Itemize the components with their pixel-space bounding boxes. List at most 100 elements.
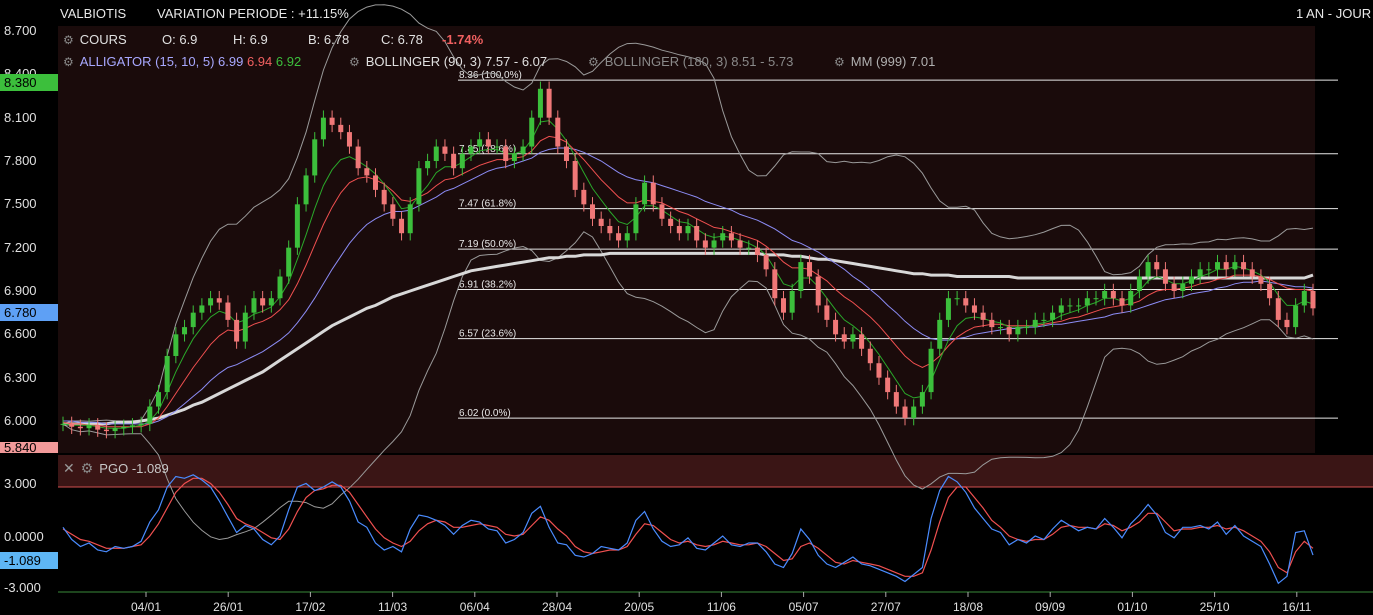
price-badge-last: 6.780 bbox=[0, 304, 58, 321]
y-tick-label: 8.700 bbox=[4, 23, 37, 38]
close-icon[interactable]: ✕ bbox=[63, 460, 75, 477]
candle-body bbox=[1188, 276, 1194, 284]
candle-body bbox=[77, 426, 83, 429]
candle-body bbox=[754, 247, 760, 255]
gear-icon[interactable]: ⚙ bbox=[81, 460, 94, 477]
legend-bollinger-90: ⚙ BOLLINGER (90, 3) 7.57 - 6.07 bbox=[349, 54, 548, 69]
candle-body bbox=[919, 392, 925, 407]
candle-body bbox=[381, 189, 387, 205]
candle-body bbox=[668, 218, 674, 226]
candle-body bbox=[893, 392, 899, 407]
candle-body bbox=[477, 139, 483, 147]
candle-body bbox=[1206, 269, 1212, 271]
x-tick-label: 16/11 bbox=[1282, 600, 1311, 614]
candle-body bbox=[433, 146, 439, 161]
gear-icon[interactable]: ⚙ bbox=[349, 55, 360, 69]
candle-body bbox=[590, 204, 596, 219]
candle-body bbox=[702, 240, 708, 248]
candle-body bbox=[225, 302, 231, 320]
x-tick-label: 28/04 bbox=[542, 600, 572, 614]
fib-label: 6.91 (38.2%) bbox=[459, 280, 516, 291]
candle-body bbox=[998, 327, 1003, 329]
candle-body bbox=[1024, 327, 1030, 329]
candle-body bbox=[911, 406, 917, 419]
x-tick-label: 25/10 bbox=[1200, 600, 1230, 614]
fib-label: 6.57 (23.6%) bbox=[459, 329, 516, 340]
candle-body bbox=[234, 319, 240, 342]
candle-body bbox=[1058, 305, 1064, 313]
candle-body bbox=[1162, 269, 1168, 284]
candle-body bbox=[1197, 269, 1203, 277]
x-tick-label: 20/05 bbox=[624, 600, 654, 614]
candle-body bbox=[945, 298, 951, 320]
candle-body bbox=[572, 160, 578, 190]
candle-body bbox=[1084, 298, 1090, 306]
candle-body bbox=[1136, 276, 1142, 291]
candle-body bbox=[208, 298, 214, 306]
y-tick-label: 6.600 bbox=[4, 326, 37, 342]
candle-body bbox=[1223, 262, 1229, 270]
candle-body bbox=[1215, 262, 1221, 270]
candle-body bbox=[971, 305, 977, 313]
candle-body bbox=[1102, 290, 1108, 299]
candle-body bbox=[286, 247, 292, 277]
candle-body bbox=[294, 204, 300, 248]
candle-body bbox=[616, 233, 622, 241]
candle-body bbox=[633, 204, 639, 234]
candle-body bbox=[859, 334, 865, 349]
legend-open: O: 6.9 bbox=[162, 32, 198, 47]
candle-body bbox=[173, 334, 179, 356]
candle-body bbox=[711, 240, 717, 248]
legend-change: -1.74% bbox=[442, 32, 484, 47]
x-tick-label: 18/08 bbox=[953, 600, 983, 614]
candle-body bbox=[95, 425, 101, 430]
candle-body bbox=[1119, 298, 1125, 306]
candle-body bbox=[442, 146, 448, 154]
gear-icon[interactable]: ⚙ bbox=[63, 55, 74, 69]
candle-body bbox=[1050, 312, 1056, 320]
candle-body bbox=[746, 247, 752, 249]
candle-body bbox=[112, 428, 118, 432]
candle-body bbox=[1241, 262, 1247, 270]
gear-icon[interactable]: ⚙ bbox=[588, 55, 599, 69]
pgo-tick: 3.000 bbox=[4, 476, 37, 491]
candle-body bbox=[798, 262, 804, 291]
candle-body bbox=[451, 153, 457, 169]
price-panel-bg bbox=[58, 26, 1315, 453]
legend-low: B: 6.78 bbox=[308, 32, 350, 47]
gear-icon[interactable]: ⚙ bbox=[63, 33, 74, 47]
candle-body bbox=[720, 233, 726, 241]
candle-body bbox=[155, 392, 161, 407]
candle-body bbox=[841, 334, 847, 342]
candle-body bbox=[1249, 269, 1255, 277]
x-tick-label: 04/01 bbox=[131, 600, 161, 614]
candle-body bbox=[815, 276, 821, 306]
candle-body bbox=[937, 319, 943, 349]
candle-body bbox=[1301, 290, 1307, 306]
x-tick-label: 26/01 bbox=[213, 600, 243, 614]
candle-body bbox=[1267, 283, 1273, 299]
gear-icon[interactable]: ⚙ bbox=[834, 55, 845, 69]
chart-canvas[interactable]: 8.36 (100.0%)7.85 (78.6%)7.47 (61.8%)7.1… bbox=[0, 0, 1373, 615]
candle-body bbox=[659, 204, 665, 219]
candle-body bbox=[928, 348, 934, 393]
candle-body bbox=[1180, 283, 1186, 291]
candle-body bbox=[1076, 305, 1082, 307]
legend-close: C: 6.78 bbox=[381, 32, 423, 47]
candle-body bbox=[416, 168, 422, 205]
candle-body bbox=[1258, 276, 1264, 284]
candle-body bbox=[346, 132, 352, 147]
candle-body bbox=[320, 117, 326, 140]
candle-body bbox=[772, 269, 778, 299]
price-badge-high: 8.380 bbox=[0, 74, 58, 91]
candle-body bbox=[1293, 305, 1299, 328]
candle-body bbox=[780, 298, 786, 313]
candle-body bbox=[876, 363, 882, 378]
candle-body bbox=[546, 88, 552, 118]
x-tick-label: 05/07 bbox=[789, 600, 819, 614]
candle-body bbox=[676, 225, 682, 234]
y-tick-label: 6.300 bbox=[4, 369, 37, 385]
candle-body bbox=[728, 233, 734, 241]
candle-body bbox=[694, 225, 700, 241]
candle-body bbox=[963, 298, 969, 306]
